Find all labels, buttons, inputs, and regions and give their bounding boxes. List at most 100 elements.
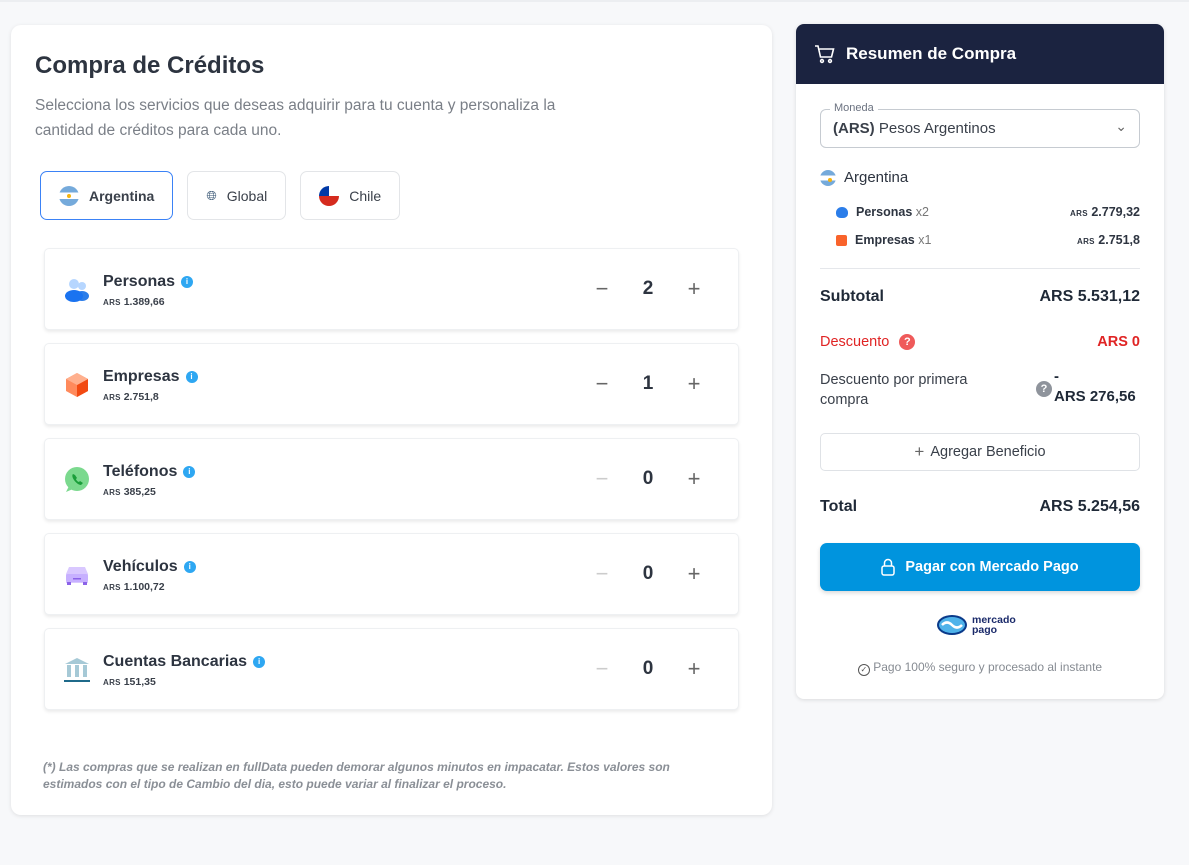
quantity-stepper: − 0 + <box>590 657 706 681</box>
first-purchase-value: - ARS 276,56 <box>1054 367 1136 407</box>
item-qty: x2 <box>915 205 929 219</box>
product-label: Cuentas Bancarias <box>103 653 248 670</box>
argentina-flag-icon <box>820 169 836 186</box>
quantity-stepper: − 0 + <box>590 467 706 491</box>
country-name: Argentina <box>844 169 909 186</box>
purchase-summary: Resumen de Compra Moneda (ARS) Pesos Arg… <box>796 24 1164 699</box>
cart-icon <box>815 45 835 64</box>
decrement-button[interactable]: − <box>590 467 614 491</box>
info-icon[interactable]: i <box>183 466 196 478</box>
quantity-stepper: − 1 + <box>590 372 706 396</box>
tab-argentina[interactable]: Argentina <box>40 171 174 220</box>
product-row-cuentas-bancarias: Cuentas Bancarias i ARS 151,35 − 0 + <box>44 628 739 710</box>
pay-label: Pagar con Mercado Pago <box>905 559 1079 575</box>
pay-mercadopago-button[interactable]: Pagar con Mercado Pago <box>820 543 1140 591</box>
credits-panel: Compra de Créditos Selecciona los servic… <box>11 25 772 815</box>
info-icon[interactable]: i <box>185 371 198 383</box>
info-icon[interactable]: i <box>253 656 266 668</box>
globe-icon: 🌐︎ <box>206 187 217 203</box>
add-benefit-label: Agregar Beneficio <box>930 444 1046 460</box>
price: 2.751,8 <box>123 391 159 403</box>
product-price: ARS 1.389,66 <box>103 296 165 308</box>
people-icon <box>63 276 91 304</box>
discount-value: ARS 0 <box>1097 334 1140 350</box>
discount-label: Descuento <box>820 334 890 350</box>
car-icon <box>63 561 91 589</box>
total-label: Total <box>820 498 858 515</box>
summary-title: Resumen de Compra <box>846 44 1017 63</box>
item-name: Personas <box>856 205 913 219</box>
lock-icon <box>881 558 896 576</box>
product-price: ARS 2.751,8 <box>103 391 159 403</box>
summary-header: Resumen de Compra <box>796 24 1164 84</box>
chile-flag-icon <box>319 185 340 206</box>
product-label: Vehículos <box>103 558 178 575</box>
quantity-value: 1 <box>642 373 654 394</box>
cube-icon <box>63 371 91 399</box>
secure-note: ✓ Pago 100% seguro y procesado al instan… <box>796 660 1164 676</box>
help-icon[interactable]: ? <box>1036 381 1052 397</box>
region-tabs: Argentina 🌐︎ Global Chile <box>40 171 401 220</box>
tab-chile[interactable]: Chile <box>300 171 401 220</box>
item-amount: 2.779,32 <box>1091 205 1140 219</box>
help-icon[interactable]: ? <box>899 334 916 350</box>
product-label: Personas <box>103 273 176 290</box>
info-icon[interactable]: i <box>183 561 196 573</box>
currency: ARS <box>103 488 121 497</box>
increment-button[interactable]: + <box>682 562 706 586</box>
currency: ARS <box>103 298 121 307</box>
price: 385,25 <box>123 486 156 498</box>
tab-global[interactable]: 🌐︎ Global <box>187 171 287 220</box>
product-row-vehículos: Vehículos i ARS 1.100,72 − 0 + <box>44 533 739 615</box>
quantity-value: 0 <box>642 658 654 679</box>
item-amount: 2.751,8 <box>1098 233 1140 247</box>
minus-sign: - <box>1054 368 1059 385</box>
increment-button[interactable]: + <box>682 657 706 681</box>
first-purchase-amount: ARS 276,56 <box>1054 388 1136 405</box>
item-name: Empresas <box>855 233 915 247</box>
currency: ARS <box>103 393 121 402</box>
decrement-button[interactable]: − <box>590 372 614 396</box>
increment-button[interactable]: + <box>682 467 706 491</box>
tab-label: Global <box>226 187 268 204</box>
product-price: ARS 1.100,72 <box>103 581 165 593</box>
product-name: Empresas i <box>103 368 198 386</box>
product-label: Empresas <box>103 368 180 385</box>
decrement-button[interactable]: − <box>590 657 614 681</box>
item-currency: ARS <box>1070 209 1088 218</box>
add-benefit-button[interactable]: + Agregar Beneficio <box>820 433 1140 471</box>
summary-item: Personas x2 ARS 2.779,32 <box>836 205 1140 219</box>
increment-button[interactable]: + <box>682 277 706 301</box>
decrement-button[interactable]: − <box>590 562 614 586</box>
plus-icon: + <box>914 442 925 461</box>
price: 1.100,72 <box>123 581 165 593</box>
currency: ARS <box>103 678 121 687</box>
subtotal-row: Subtotal ARS 5.531,12 <box>820 288 1140 306</box>
decrement-button[interactable]: − <box>590 277 614 301</box>
page-subtitle: Selecciona los servicios que deseas adqu… <box>35 97 556 139</box>
quantity-stepper: − 0 + <box>590 562 706 586</box>
logo-text: mercado pago <box>972 614 1016 636</box>
item-qty: x1 <box>918 233 932 247</box>
people-icon <box>836 206 848 218</box>
summary-item: Empresas x1 ARS 2.751,8 <box>836 233 1140 247</box>
product-name: Cuentas Bancarias i <box>103 653 266 671</box>
secure-text: Pago 100% seguro y procesado al instante <box>873 660 1103 674</box>
increment-button[interactable]: + <box>682 372 706 396</box>
subtotal-label: Subtotal <box>820 288 884 305</box>
currency-label: Moneda <box>830 102 878 114</box>
divider <box>820 268 1140 269</box>
price: 1.389,66 <box>123 296 165 308</box>
product-row-empresas: Empresas i ARS 2.751,8 − 1 + <box>44 343 739 425</box>
top-divider <box>0 0 1189 2</box>
item-currency: ARS <box>1077 237 1095 246</box>
discount-row: Descuento? ARS 0 <box>820 334 1140 350</box>
currency-select[interactable]: Moneda (ARS) Pesos Argentinos ⌄ <box>820 102 1140 148</box>
mercadopago-logo: mercado pago <box>936 614 1024 636</box>
info-icon[interactable]: i <box>181 276 194 288</box>
bank-icon <box>63 656 91 684</box>
tab-label: Argentina <box>89 187 155 204</box>
whatsapp-icon <box>63 466 91 494</box>
total-value: ARS 5.254,56 <box>1039 498 1140 515</box>
currency-name: Pesos Argentinos <box>878 120 996 137</box>
